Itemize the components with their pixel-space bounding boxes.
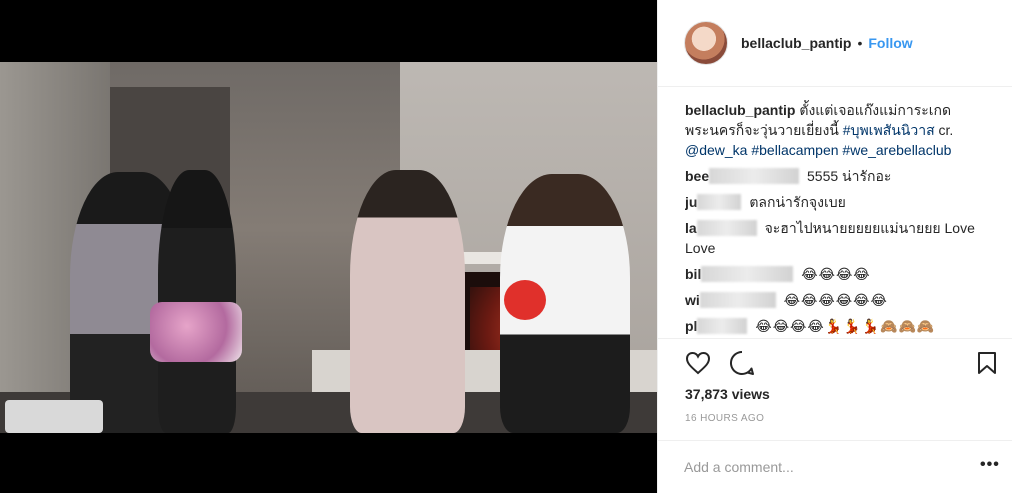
follow-button[interactable]: Follow <box>868 35 912 51</box>
blurred-username <box>696 220 757 236</box>
video-red-toy <box>504 280 546 320</box>
comment-icon[interactable] <box>728 350 756 376</box>
add-comment-input[interactable] <box>684 457 954 477</box>
list-item: bil 😂😂😂😂 <box>685 264 1000 284</box>
caption: bellaclub_pantip ตั้งแต่เจอแก๊งแม่การะเก… <box>685 100 1000 160</box>
header-separator: • <box>857 35 863 51</box>
comment-text: 😂😂😂😂💃💃💃🙈🙈🙈 <box>755 318 936 334</box>
blurred-username <box>701 266 794 282</box>
header-username[interactable]: bellaclub_pantip <box>741 35 851 51</box>
comment-username[interactable]: la <box>685 220 697 236</box>
comment-username[interactable]: bil <box>685 266 701 282</box>
comment-text: ตลกน่ารักจุงเบย <box>749 194 846 210</box>
caption-mention-link[interactable]: @dew_ka <box>685 142 747 158</box>
comment-username[interactable]: ju <box>685 194 697 210</box>
add-comment-bar: ••• <box>658 440 1012 493</box>
post-details-panel: bellaclub_pantip • Follow bellaclub_pant… <box>657 0 1012 493</box>
list-item: wi 😂😂😂😂😂😂 <box>685 290 1000 310</box>
list-item: pl 😂😂😂😂💃💃💃🙈🙈🙈 <box>685 316 1000 336</box>
comment-text: 😂😂😂😂😂😂 <box>783 292 888 308</box>
comment-text: 5555 น่ารักอะ <box>807 168 892 184</box>
comments-list[interactable]: bellaclub_pantip ตั้งแต่เจอแก๊งแม่การะเก… <box>685 100 1000 338</box>
view-count[interactable]: 37,873 views <box>685 386 770 402</box>
bookmark-icon[interactable] <box>975 350 999 376</box>
list-item: la จะฮาไปหนายยยยยแม่นายยย Love Love <box>685 218 1000 258</box>
blurred-username <box>699 292 776 308</box>
blurred-username <box>697 194 742 210</box>
video-person-3 <box>350 170 465 433</box>
video-player[interactable] <box>0 0 657 493</box>
post-header: bellaclub_pantip • Follow <box>658 0 1012 87</box>
list-item: ju ตลกน่ารักจุงเบย <box>685 192 1000 212</box>
video-pink-bundle <box>150 302 242 362</box>
comment-username[interactable]: pl <box>685 318 697 334</box>
caption-hashtag-link[interactable]: #bellacampen <box>751 142 838 158</box>
caption-username[interactable]: bellaclub_pantip <box>685 102 795 118</box>
blurred-username <box>697 318 748 334</box>
action-bar <box>658 338 1012 386</box>
list-item: bee 5555 น่ารักอะ <box>685 166 1000 186</box>
more-options-icon[interactable]: ••• <box>980 456 1000 474</box>
comment-text: 😂😂😂😂 <box>801 266 871 282</box>
caption-hashtag-link[interactable]: #บุพเพสันนิวาส <box>843 122 935 138</box>
comment-username[interactable]: wi <box>685 292 700 308</box>
avatar[interactable] <box>684 21 728 65</box>
timestamp[interactable]: 16 HOURS AGO <box>685 413 764 424</box>
video-bag <box>5 400 103 433</box>
caption-hashtag-link[interactable]: #we_arebellaclub <box>842 142 951 158</box>
caption-credit: cr. <box>938 122 954 138</box>
comment-username[interactable]: bee <box>685 168 709 184</box>
instagram-post: bellaclub_pantip • Follow bellaclub_pant… <box>0 0 1012 493</box>
video-frame[interactable] <box>0 62 657 433</box>
heart-icon[interactable] <box>684 350 712 376</box>
blurred-username <box>709 168 800 184</box>
